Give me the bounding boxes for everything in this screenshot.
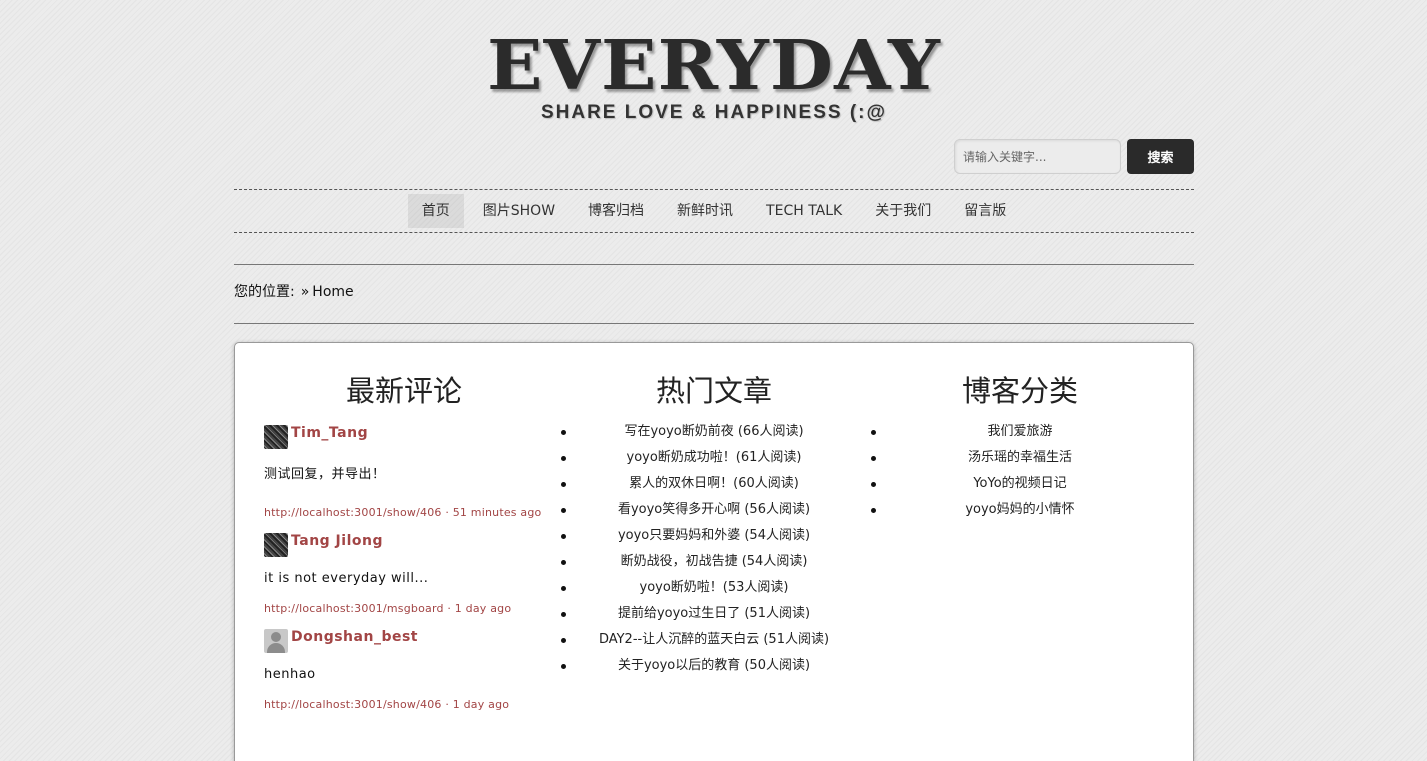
content-panel: 最新评论 Tim_Tang 测试回复，并导出！ http://localhost…	[234, 342, 1194, 761]
nav-item-about[interactable]: 关于我们	[861, 194, 945, 228]
recent-comments-section: 最新评论 Tim_Tang 测试回复，并导出！ http://localhost…	[264, 369, 544, 711]
bullet-icon	[561, 430, 566, 435]
comment-text: henhao	[264, 667, 316, 682]
bullet-icon	[561, 638, 566, 643]
avatar	[264, 533, 288, 557]
breadcrumb: 您的位置: » Home	[234, 264, 1194, 324]
popular-post-link[interactable]: 断奶战役，初战告捷 (54人阅读)	[621, 554, 808, 569]
bullet-icon	[871, 430, 876, 435]
nav-item-photos[interactable]: 图片SHOW	[469, 194, 569, 228]
comment-text: it is not everyday will...	[264, 571, 429, 586]
site-title: EVERYDAY	[487, 26, 941, 106]
search-input[interactable]	[954, 139, 1121, 174]
nav-item-home[interactable]: 首页	[407, 194, 464, 228]
bullet-icon	[561, 560, 566, 565]
popular-post-link[interactable]: 看yoyo笑得多开心啊 (56人阅读)	[618, 502, 810, 517]
page-wrapper: EVERYDAY SHARE LOVE & HAPPINESS (:@ 搜索 首…	[234, 0, 1194, 761]
breadcrumb-current: Home	[312, 284, 354, 300]
blog-categories-section: 博客分类 我们爱旅游 汤乐瑶的幸福生活 YoYo的视频日记 yoyo妈妈的小情怀	[865, 369, 1175, 523]
list-item: yoyo只要妈妈和外婆 (54人阅读)	[555, 523, 873, 549]
comment-header: Tang Jilong	[264, 533, 544, 559]
popular-post-link[interactable]: 累人的双休日啊！(60人阅读)	[629, 476, 799, 491]
list-item: 看yoyo笑得多开心啊 (56人阅读)	[555, 497, 873, 523]
comment-item: Tang Jilong it is not everyday will... h…	[264, 533, 544, 615]
popular-post-link[interactable]: yoyo只要妈妈和外婆 (54人阅读)	[618, 528, 810, 543]
blog-categories-list: 我们爱旅游 汤乐瑶的幸福生活 YoYo的视频日记 yoyo妈妈的小情怀	[865, 419, 1175, 523]
breadcrumb-prefix: 您的位置:	[234, 284, 295, 300]
comment-time: · 51 minutes ago	[441, 506, 542, 519]
comment-text: 测试回复，并导出！	[264, 467, 386, 482]
bullet-icon	[871, 482, 876, 487]
bullet-icon	[561, 482, 566, 487]
recent-comments-title: 最新评论	[345, 374, 462, 408]
list-item: yoyo断奶成功啦！(61人阅读)	[555, 445, 873, 471]
list-item: 累人的双休日啊！(60人阅读)	[555, 471, 873, 497]
comment-time: · 1 day ago	[443, 602, 512, 615]
list-item: 断奶战役，初战告捷 (54人阅读)	[555, 549, 873, 575]
popular-post-link[interactable]: yoyo断奶成功啦！(61人阅读)	[627, 450, 802, 465]
search-form: 搜索	[954, 139, 1194, 174]
comment-header: Dongshan_best	[264, 629, 544, 655]
breadcrumb-separator: »	[300, 284, 310, 300]
comment-meta: http://localhost:3001/show/406 · 1 day a…	[264, 698, 544, 711]
popular-post-link[interactable]: 提前给yoyo过生日了 (51人阅读)	[618, 606, 810, 621]
category-link[interactable]: 我们爱旅游	[987, 424, 1052, 439]
popular-posts-list: 写在yoyo断奶前夜 (66人阅读) yoyo断奶成功啦！(61人阅读) 累人的…	[555, 419, 873, 679]
comment-source-link[interactable]: http://localhost:3001/show/406	[264, 698, 442, 711]
bullet-icon	[561, 456, 566, 461]
comment-source-link[interactable]: http://localhost:3001/msgboard	[264, 602, 444, 615]
comment-meta: http://localhost:3001/msgboard · 1 day a…	[264, 602, 544, 615]
list-item: 汤乐瑶的幸福生活	[865, 445, 1175, 471]
category-link[interactable]: yoyo妈妈的小情怀	[965, 502, 1074, 517]
site-logo[interactable]: EVERYDAY SHARE LOVE & HAPPINESS (:@	[234, 30, 1194, 124]
comment-author-link[interactable]: Dongshan_best	[291, 629, 418, 645]
comment-source-link[interactable]: http://localhost:3001/show/406	[264, 506, 442, 519]
comment-item: Tim_Tang 测试回复，并导出！ http://localhost:3001…	[264, 425, 544, 519]
popular-post-link[interactable]: DAY2--让人沉醉的蓝天白云 (51人阅读)	[599, 632, 829, 647]
bullet-icon	[561, 612, 566, 617]
default-user-avatar-icon	[264, 629, 288, 653]
popular-posts-title: 热门文章	[655, 374, 772, 408]
search-button[interactable]: 搜索	[1127, 139, 1194, 174]
list-item: 写在yoyo断奶前夜 (66人阅读)	[555, 419, 873, 445]
list-item: yoyo断奶啦！(53人阅读)	[555, 575, 873, 601]
comment-author-link[interactable]: Tang Jilong	[291, 533, 383, 549]
comment-time: · 1 day ago	[441, 698, 510, 711]
avatar	[264, 425, 288, 449]
comment-meta: http://localhost:3001/show/406 · 51 minu…	[264, 506, 544, 519]
comment-header: Tim_Tang	[264, 425, 544, 451]
popular-post-link[interactable]: yoyo断奶啦！(53人阅读)	[640, 580, 789, 595]
popular-post-link[interactable]: 写在yoyo断奶前夜 (66人阅读)	[624, 424, 803, 439]
popular-posts-section: 热门文章 写在yoyo断奶前夜 (66人阅读) yoyo断奶成功啦！(61人阅读…	[555, 369, 873, 679]
list-item: 关于yoyo以后的教育 (50人阅读)	[555, 653, 873, 679]
nav-item-tech-talk[interactable]: TECH TALK	[752, 194, 856, 228]
comment-item: Dongshan_best henhao http://localhost:30…	[264, 629, 544, 711]
bullet-icon	[871, 456, 876, 461]
category-link[interactable]: 汤乐瑶的幸福生活	[968, 450, 1072, 465]
category-link[interactable]: YoYo的视频日记	[973, 476, 1066, 491]
comment-author-link[interactable]: Tim_Tang	[291, 425, 368, 441]
bullet-icon	[561, 508, 566, 513]
blog-categories-title: 博客分类	[961, 374, 1078, 408]
bullet-icon	[561, 586, 566, 591]
main-nav: 首页 图片SHOW 博客归档 新鲜时讯 TECH TALK 关于我们 留言版	[234, 189, 1194, 233]
list-item: DAY2--让人沉醉的蓝天白云 (51人阅读)	[555, 627, 873, 653]
nav-item-archive[interactable]: 博客归档	[574, 194, 658, 228]
list-item: 提前给yoyo过生日了 (51人阅读)	[555, 601, 873, 627]
list-item: 我们爱旅游	[865, 419, 1175, 445]
list-item: YoYo的视频日记	[865, 471, 1175, 497]
bullet-icon	[561, 534, 566, 539]
nav-item-news[interactable]: 新鲜时讯	[663, 194, 747, 228]
list-item: yoyo妈妈的小情怀	[865, 497, 1175, 523]
popular-post-link[interactable]: 关于yoyo以后的教育 (50人阅读)	[618, 658, 810, 673]
bullet-icon	[871, 508, 876, 513]
bullet-icon	[561, 664, 566, 669]
nav-item-guestbook[interactable]: 留言版	[950, 194, 1020, 228]
